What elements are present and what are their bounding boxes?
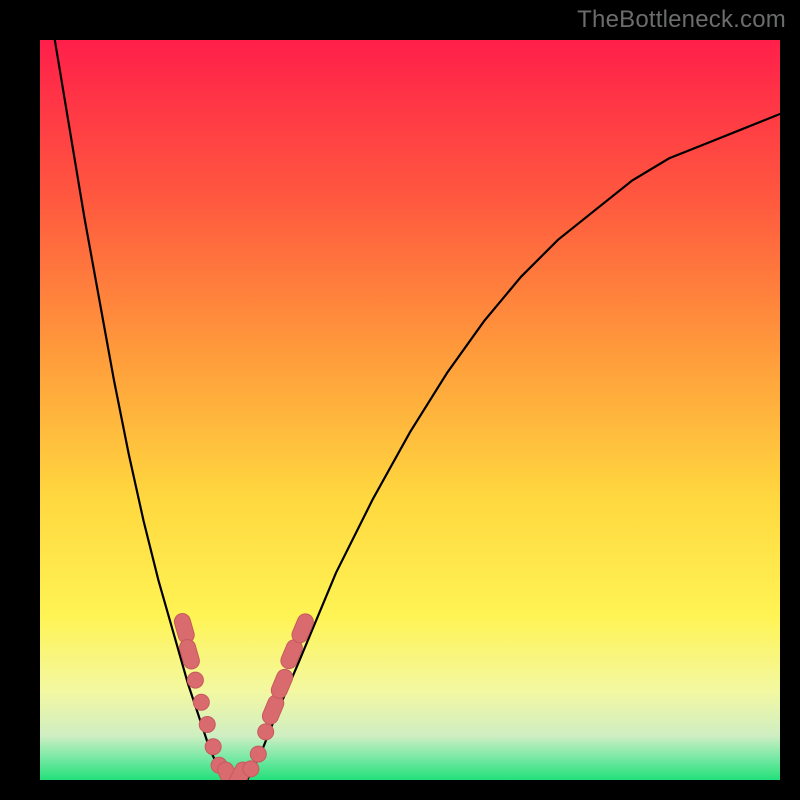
marker-pill: [269, 667, 295, 701]
curve-left-curve: [55, 40, 225, 780]
marker-dot: [250, 746, 266, 762]
marker-dot: [193, 694, 209, 710]
plot-area: [40, 40, 780, 780]
marker-dot: [243, 761, 259, 777]
outer-frame: TheBottleneck.com: [0, 0, 800, 800]
marker-dot: [199, 717, 215, 733]
marker-group: [172, 611, 315, 780]
marker-pill: [178, 638, 202, 671]
marker-dot: [258, 724, 274, 740]
curve-right-curve: [247, 114, 780, 780]
chart-svg: [40, 40, 780, 780]
watermark-text: TheBottleneck.com: [577, 6, 786, 34]
curve-group: [55, 40, 780, 780]
marker-dot: [187, 672, 203, 688]
marker-dot: [205, 739, 221, 755]
